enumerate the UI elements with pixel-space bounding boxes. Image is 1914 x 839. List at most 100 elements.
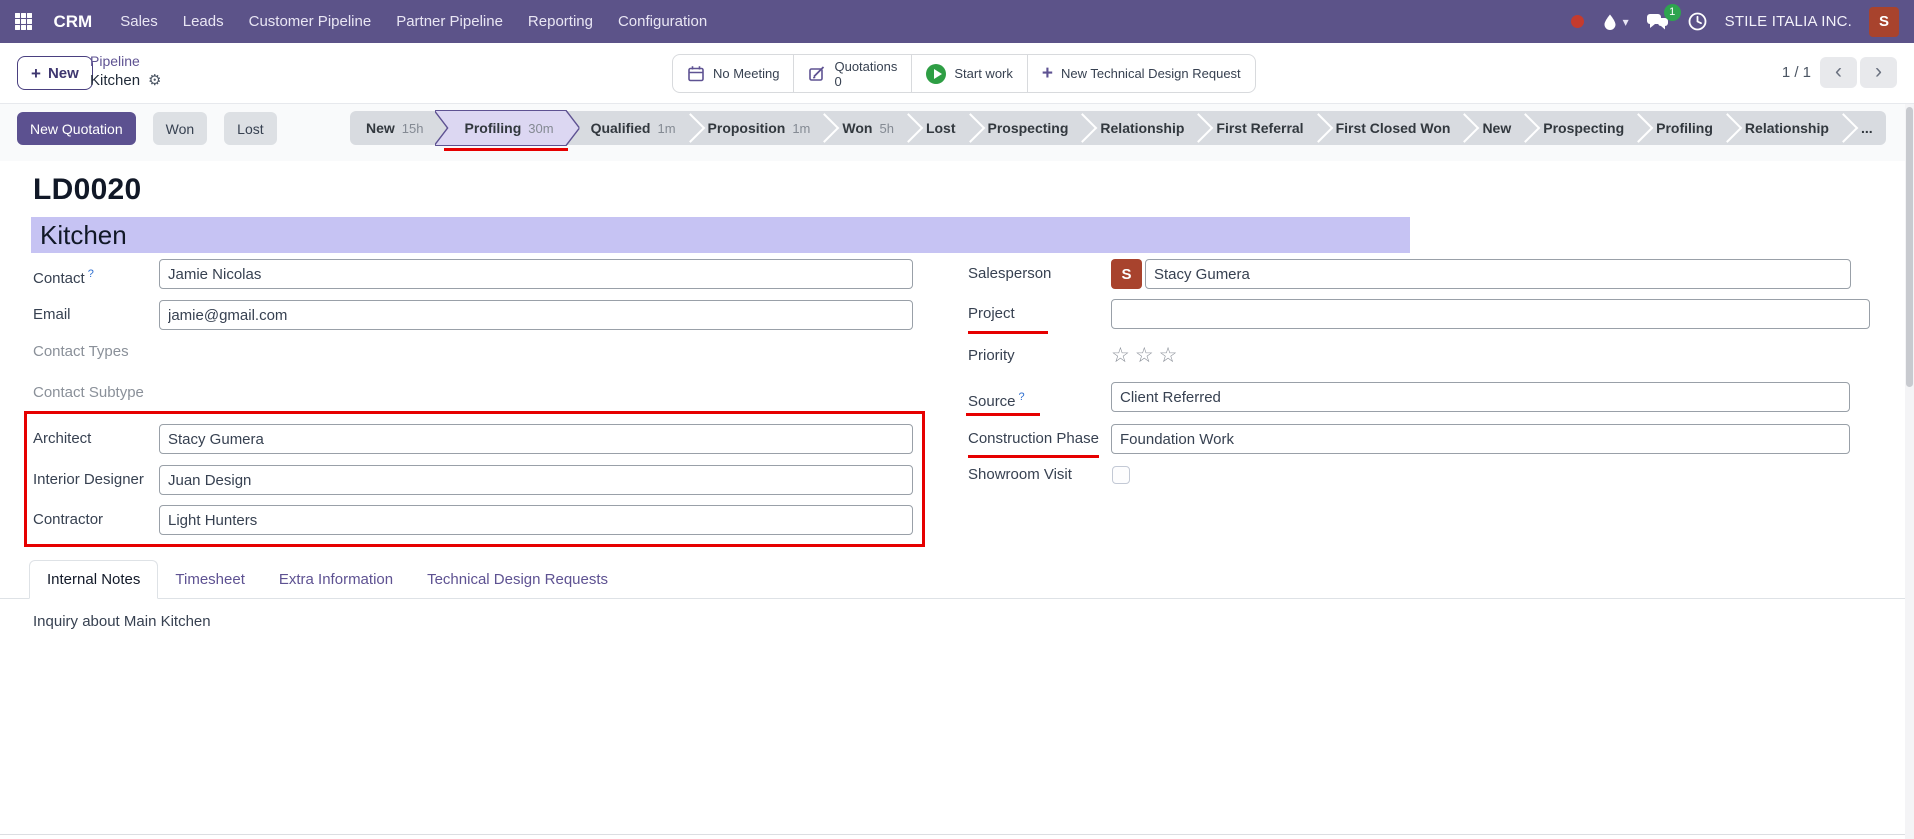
stage-new[interactable]: New15h [350,111,440,145]
tab-internal-notes[interactable]: Internal Notes [29,560,158,599]
droplet-icon [1601,13,1619,31]
breadcrumb-current-record: Kitchen [90,70,140,92]
stage-profiling-2[interactable]: Profiling [1640,111,1729,145]
tab-extra-information[interactable]: Extra Information [262,560,410,598]
email-input[interactable] [159,300,913,330]
interior-designer-label: Interior Designer [33,465,144,495]
tab-technical-design-requests[interactable]: Technical Design Requests [410,560,625,598]
won-button[interactable]: Won [153,112,208,145]
record-reference: LD0020 [33,173,142,207]
menu-customer-pipeline[interactable]: Customer Pipeline [249,13,372,30]
new-button-label: New [48,65,79,82]
pager-previous-button[interactable]: ‹ [1820,57,1857,88]
salesperson-label: Salesperson [968,259,1051,289]
action-button-group: No Meeting Quotations 0 Start work + [672,54,1256,93]
showroom-visit-checkbox[interactable] [1112,466,1130,484]
apps-grid-icon[interactable] [15,13,32,30]
activities-menu[interactable] [1687,11,1708,32]
stage-relationship[interactable]: Relationship [1084,111,1200,145]
contact-types-label: Contact Types [33,337,129,367]
new-technical-design-request-label: New Technical Design Request [1061,66,1241,81]
menu-leads[interactable]: Leads [183,13,224,30]
star-icon[interactable]: ☆ [1111,345,1130,367]
quotations-label: Quotations [834,59,897,74]
menu-sales[interactable]: Sales [120,13,158,30]
contact-help-icon[interactable]: ? [88,268,94,280]
statusbar-band: New Quotation Won Lost New15h Profiling3… [0,104,1914,161]
interior-designer-input[interactable] [159,465,913,495]
stage-pipeline-bar: New15h Profiling30m Qualified1m Proposit… [350,111,1886,145]
contractor-input[interactable] [159,505,913,535]
lost-button[interactable]: Lost [224,112,276,145]
breadcrumb-pipeline-link[interactable]: Pipeline [90,52,162,70]
stage-first-closed-won[interactable]: First Closed Won [1320,111,1467,145]
user-avatar[interactable]: S [1869,7,1899,37]
message-count-badge: 1 [1664,4,1681,21]
pager-value: 1 / 1 [1782,64,1811,81]
caret-down-icon: ▾ [1623,15,1629,29]
breadcrumb: Pipeline Kitchen ⚙ [90,52,162,92]
company-name[interactable]: STILE ITALIA INC. [1725,13,1852,30]
stage-prospecting[interactable]: Prospecting [972,111,1085,145]
stage-proposition[interactable]: Proposition1m [692,111,827,145]
salesperson-avatar: S [1111,259,1142,289]
annotation-underline-stage [444,148,568,151]
notebook-tabs: Internal Notes Timesheet Extra Informati… [0,560,1905,599]
menu-configuration[interactable]: Configuration [618,13,707,30]
plus-icon: + [1042,64,1053,83]
new-record-button[interactable]: + New [17,56,93,90]
stage-profiling-current[interactable]: Profiling30m [436,111,579,145]
annotation-underline-project [968,331,1048,334]
showroom-visit-label: Showroom Visit [968,460,1072,490]
source-help-icon[interactable]: ? [1019,391,1025,403]
crm-lead-form-page: CRM Sales Leads Customer Pipeline Partne… [0,0,1914,839]
source-input[interactable] [1111,382,1850,412]
contact-input[interactable] [159,259,913,289]
control-panel: + New Pipeline Kitchen ⚙ No Meeting [0,43,1914,104]
sheet-bottom-border [0,834,1905,835]
vertical-scrollbar[interactable] [1905,104,1914,839]
star-icon[interactable]: ☆ [1135,345,1154,367]
salesperson-input[interactable] [1145,259,1851,289]
form-sheet: LD0020 Kitchen Contact? Email Contact Ty… [0,161,1905,839]
stage-qualified[interactable]: Qualified1m [575,111,692,145]
no-meeting-label: No Meeting [713,66,779,81]
project-input[interactable] [1111,299,1870,329]
quotations-count: 0 [834,74,897,89]
internal-notes-content[interactable]: Inquiry about Main Kitchen [33,613,1865,763]
new-quotation-button[interactable]: New Quotation [17,112,136,145]
clock-icon [1687,11,1708,32]
pager: 1 / 1 ‹ › [1782,57,1897,88]
menu-partner-pipeline[interactable]: Partner Pipeline [396,13,503,30]
contact-subtype-label: Contact Subtype [33,378,144,408]
star-icon[interactable]: ☆ [1159,345,1178,367]
pager-next-button[interactable]: › [1860,57,1897,88]
record-title-field[interactable]: Kitchen [31,217,1410,253]
stage-relationship-2[interactable]: Relationship [1729,111,1845,145]
contact-label: Contact? [33,259,94,294]
start-work-label: Start work [954,66,1013,81]
droplet-menu[interactable]: ▾ [1601,13,1629,31]
architect-label: Architect [33,424,91,454]
no-meeting-button[interactable]: No Meeting [673,55,794,92]
quotations-button[interactable]: Quotations 0 [794,55,912,92]
project-label: Project [968,299,1015,329]
priority-stars[interactable]: ☆ ☆ ☆ [1111,345,1177,367]
priority-label: Priority [968,341,1015,371]
tab-timesheet[interactable]: Timesheet [158,560,261,598]
start-work-button[interactable]: Start work [912,55,1028,92]
gear-icon[interactable]: ⚙ [148,70,161,92]
source-label: Source? [968,382,1025,417]
messages-menu[interactable]: 1 [1646,12,1670,32]
stage-prospecting-2[interactable]: Prospecting [1527,111,1640,145]
app-name[interactable]: CRM [54,12,93,32]
architect-input[interactable] [159,424,913,454]
play-icon [926,64,946,84]
construction-phase-input[interactable] [1111,424,1850,454]
stage-first-referral[interactable]: First Referral [1200,111,1319,145]
new-technical-design-request-button[interactable]: + New Technical Design Request [1028,55,1255,92]
construction-phase-label: Construction Phase [968,424,1099,454]
plus-icon: + [31,65,41,82]
menu-reporting[interactable]: Reporting [528,13,593,30]
scrollbar-thumb[interactable] [1906,107,1913,387]
